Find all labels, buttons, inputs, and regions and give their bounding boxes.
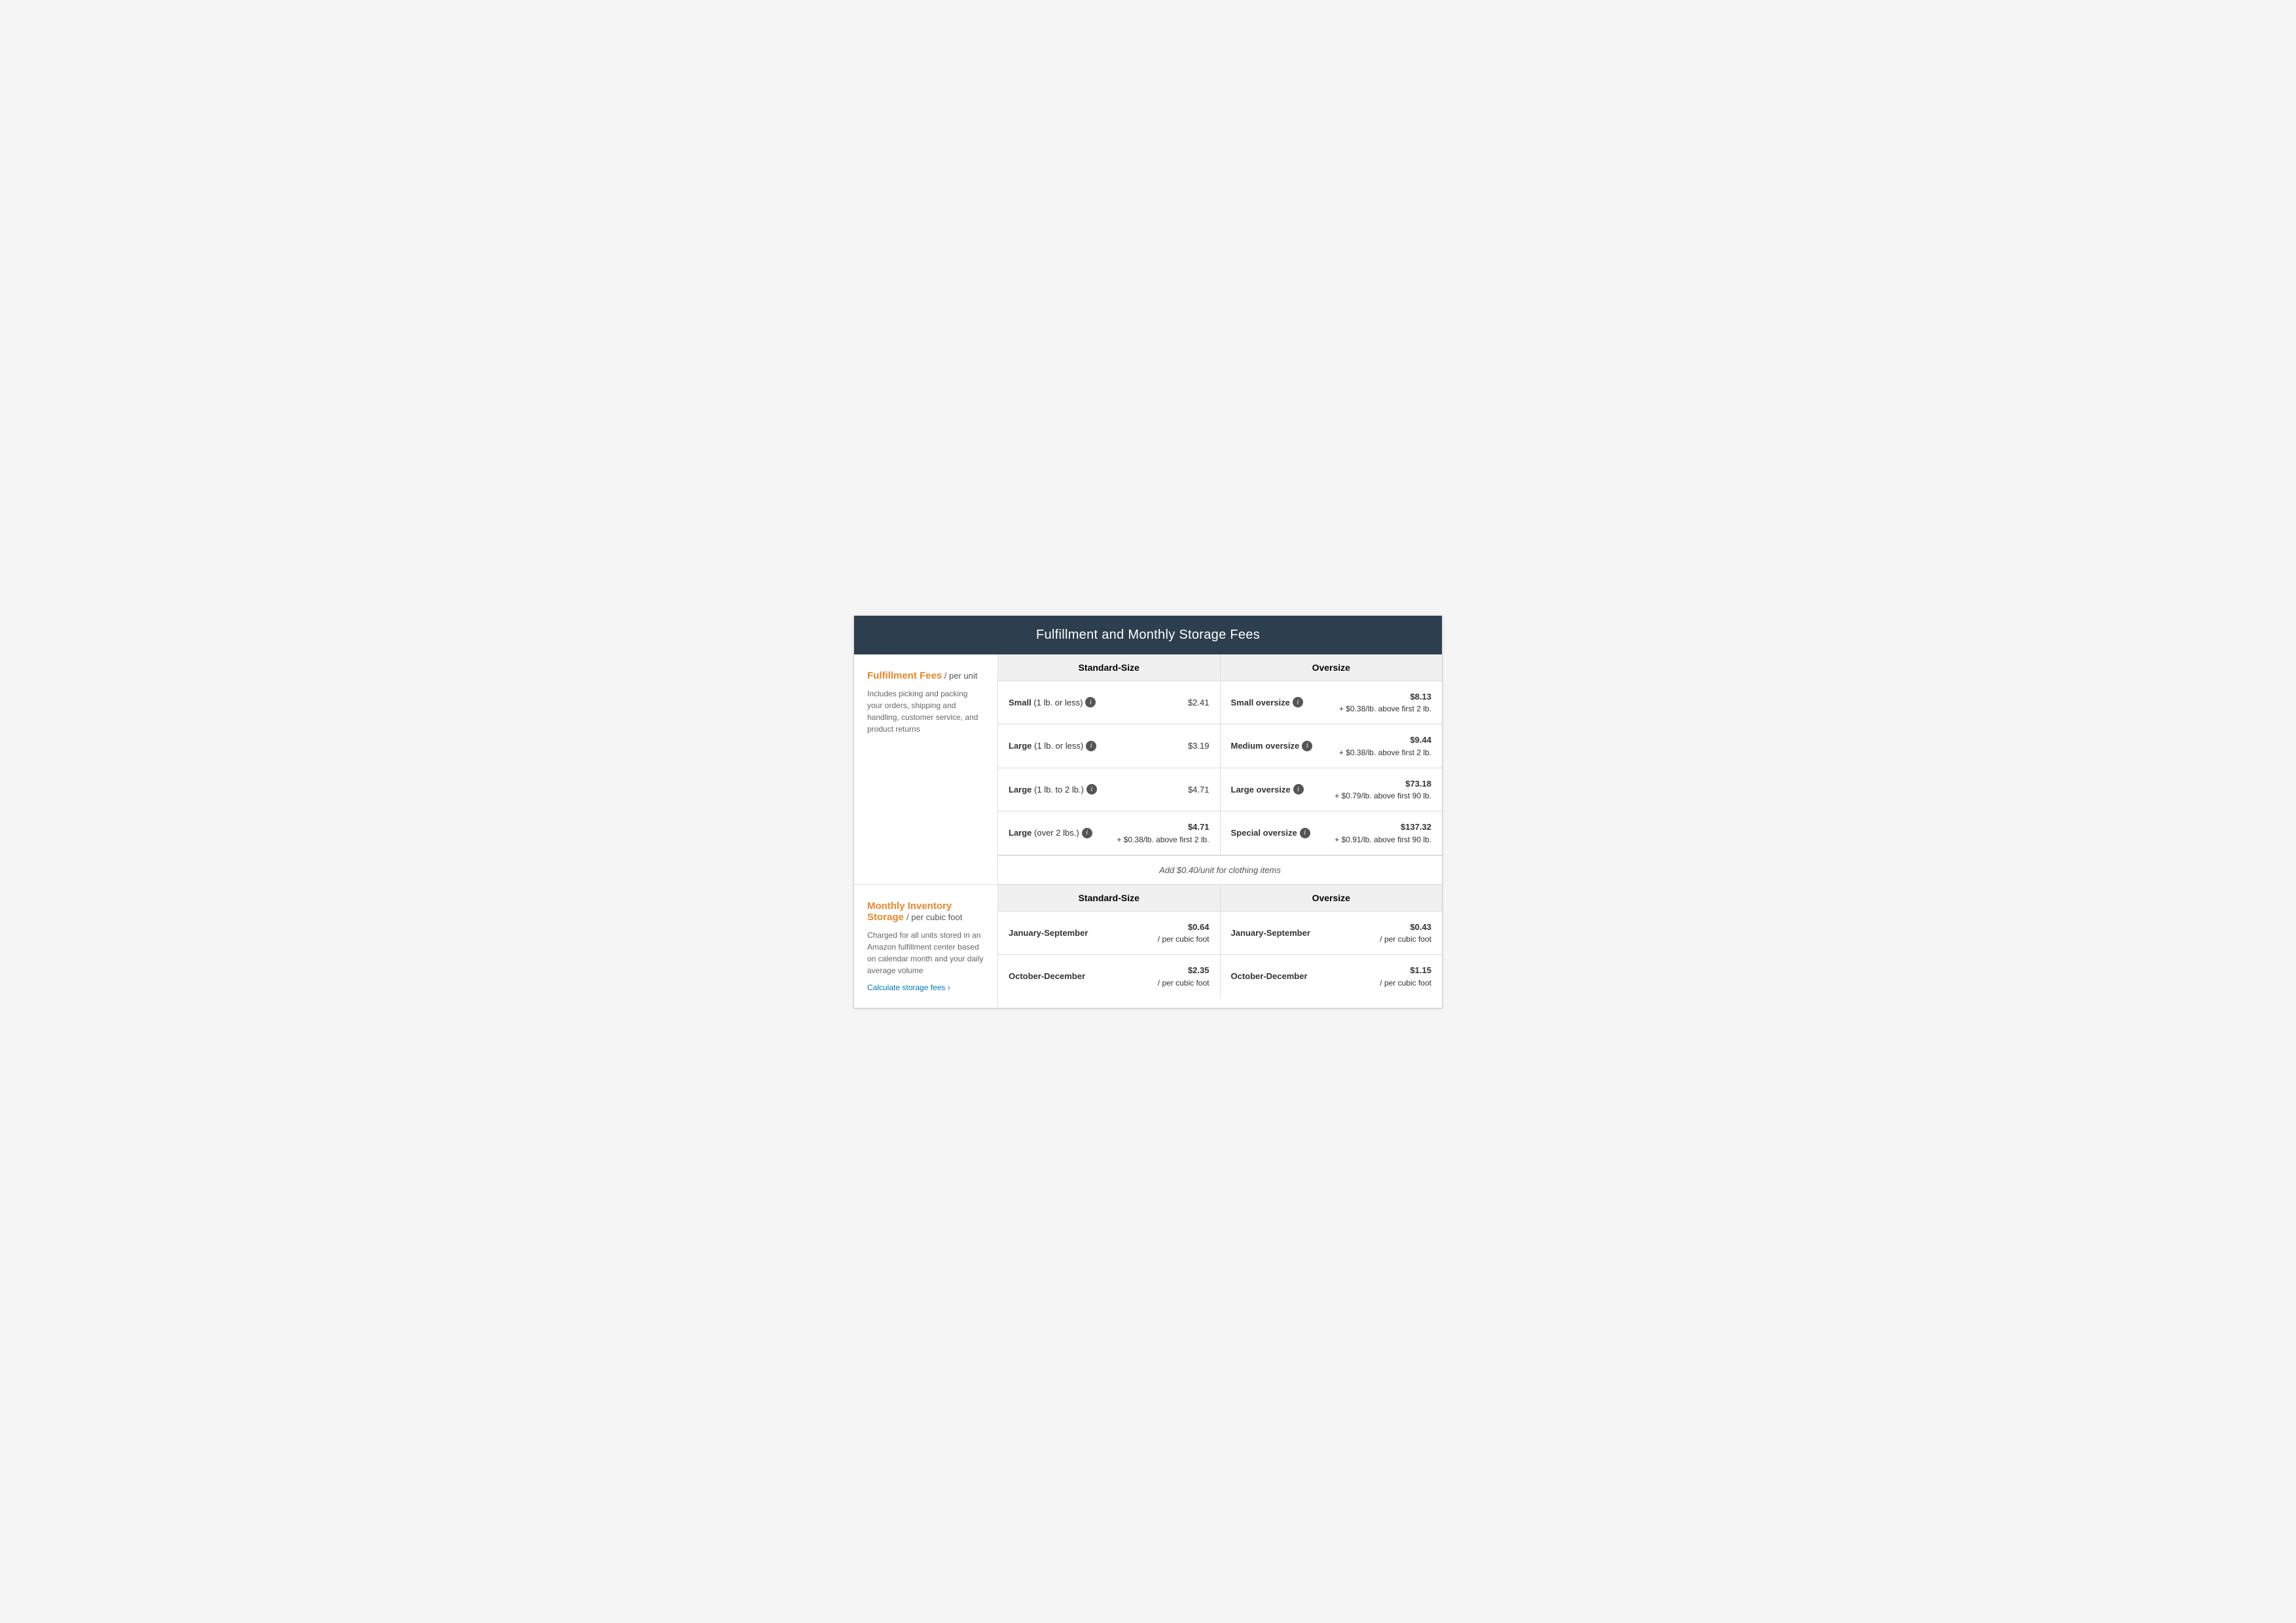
storage-os-jan-sep-price: $0.43 / per cubic foot: [1380, 921, 1431, 946]
storage-title-suffix: / per cubic foot: [906, 912, 962, 922]
storage-std-oct-dec: October-December $2.35 / per cubic foot: [998, 955, 1221, 998]
os-small-price: $8.13 + $0.38/lb. above first 2 lb.: [1339, 690, 1431, 715]
std-small-label-group: Small (1 lb. or less) i: [1009, 697, 1096, 707]
storage-row-1: January-September $0.64 / per cubic foot…: [998, 912, 1442, 955]
os-large-label-group: Large oversize i: [1231, 784, 1304, 794]
storage-row-2: October-December $2.35 / per cubic foot …: [998, 955, 1442, 998]
main-title: Fulfillment and Monthly Storage Fees: [1036, 628, 1260, 642]
fulfillment-label: Fulfillment Fees / per unit Includes pic…: [854, 654, 998, 884]
os-large-info-icon[interactable]: i: [1293, 784, 1304, 794]
std-large-1lb-label: Large (1 lb. or less): [1009, 741, 1083, 751]
os-special-price: $137.32 + $0.91/lb. above first 90 lb.: [1335, 821, 1431, 846]
fulfillment-section: Fulfillment Fees / per unit Includes pic…: [854, 654, 1442, 885]
std-small-price: $2.41: [1188, 696, 1210, 709]
storage-oversize-header: Oversize: [1221, 885, 1443, 911]
fulfillment-std-large-1lb: Large (1 lb. or less) i $3.19: [998, 724, 1221, 768]
storage-std-oct-dec-price: $2.35 / per cubic foot: [1158, 964, 1210, 989]
std-size-header: Standard-Size: [998, 654, 1221, 681]
storage-title: Monthly Inventory Storage / per cubic fo…: [867, 901, 984, 923]
fulfillment-os-special: Special oversize i $137.32 + $0.91/lb. a…: [1221, 812, 1443, 855]
os-large-label: Large oversize: [1231, 785, 1291, 794]
storage-std-size-header: Standard-Size: [998, 885, 1221, 911]
fulfillment-std-large-2lb: Large (1 lb. to 2 lb.) i $4.71: [998, 768, 1221, 812]
std-large-over2-label-group: Large (over 2 lbs.) i: [1009, 828, 1092, 838]
fulfillment-desc: Includes picking and packing your orders…: [867, 688, 984, 735]
storage-section: Monthly Inventory Storage / per cubic fo…: [854, 885, 1442, 1008]
fulfillment-title-suffix: / per unit: [942, 671, 977, 681]
oversize-header: Oversize: [1221, 654, 1443, 681]
std-large-over2-label: Large (over 2 lbs.): [1009, 828, 1079, 838]
std-large-1lb-info-icon[interactable]: i: [1086, 741, 1096, 751]
storage-data: Standard-Size Oversize January-September…: [998, 885, 1442, 1008]
fulfillment-os-medium: Medium oversize i $9.44 + $0.38/lb. abov…: [1221, 724, 1443, 768]
storage-std-jan-sep-label: January-September: [1009, 928, 1088, 938]
fulfillment-subheader-row: Standard-Size Oversize: [998, 654, 1442, 681]
storage-std-oct-dec-label: October-December: [1009, 971, 1085, 981]
std-large-over2-info-icon[interactable]: i: [1082, 828, 1092, 838]
os-medium-label-group: Medium oversize i: [1231, 741, 1313, 751]
os-large-price: $73.18 + $0.79/lb. above first 90 lb.: [1335, 777, 1431, 802]
storage-std-jan-sep: January-September $0.64 / per cubic foot: [998, 912, 1221, 955]
std-large-2lb-info-icon[interactable]: i: [1086, 784, 1097, 794]
std-large-1lb-label-group: Large (1 lb. or less) i: [1009, 741, 1096, 751]
main-table: Fulfillment and Monthly Storage Fees Ful…: [853, 615, 1443, 1008]
std-large-2lb-price: $4.71: [1188, 783, 1210, 796]
fulfillment-std-small: Small (1 lb. or less) i $2.41: [998, 681, 1221, 724]
os-special-info-icon[interactable]: i: [1300, 828, 1310, 838]
fulfillment-row-4: Large (over 2 lbs.) i $4.71 + $0.38/lb. …: [998, 812, 1442, 855]
os-small-info-icon[interactable]: i: [1293, 697, 1303, 707]
clothing-note: Add $0.40/unit for clothing items: [998, 855, 1442, 884]
fulfillment-row-1: Small (1 lb. or less) i $2.41 Small over…: [998, 681, 1442, 725]
main-header: Fulfillment and Monthly Storage Fees: [854, 616, 1442, 654]
std-large-2lb-label-group: Large (1 lb. to 2 lb.) i: [1009, 784, 1097, 794]
storage-os-oct-dec: October-December $1.15 / per cubic foot: [1221, 955, 1443, 998]
storage-label: Monthly Inventory Storage / per cubic fo…: [854, 885, 998, 1008]
fulfillment-os-small: Small oversize i $8.13 + $0.38/lb. above…: [1221, 681, 1443, 724]
fulfillment-os-large: Large oversize i $73.18 + $0.79/lb. abov…: [1221, 768, 1443, 812]
storage-os-oct-dec-price: $1.15 / per cubic foot: [1380, 964, 1431, 989]
os-medium-label: Medium oversize: [1231, 741, 1300, 751]
std-large-1lb-price: $3.19: [1188, 740, 1210, 753]
storage-os-jan-sep-label: January-September: [1231, 928, 1310, 938]
storage-os-oct-dec-label: October-December: [1231, 971, 1308, 981]
std-small-label: Small (1 lb. or less): [1009, 698, 1083, 707]
os-small-label-group: Small oversize i: [1231, 697, 1303, 707]
fulfillment-title-orange: Fulfillment Fees: [867, 670, 942, 681]
storage-subheader-row: Standard-Size Oversize: [998, 885, 1442, 912]
os-special-label: Special oversize: [1231, 828, 1297, 838]
fulfillment-data: Standard-Size Oversize Small (1 lb. or l…: [998, 654, 1442, 884]
fulfillment-std-large-over2: Large (over 2 lbs.) i $4.71 + $0.38/lb. …: [998, 812, 1221, 855]
calculate-storage-link[interactable]: Calculate storage fees ›: [867, 983, 984, 992]
os-small-label: Small oversize: [1231, 698, 1290, 707]
os-special-label-group: Special oversize i: [1231, 828, 1310, 838]
storage-desc: Charged for all units stored in an Amazo…: [867, 929, 984, 976]
os-medium-info-icon[interactable]: i: [1302, 741, 1312, 751]
fulfillment-title: Fulfillment Fees / per unit: [867, 670, 984, 681]
std-large-2lb-label: Large (1 lb. to 2 lb.): [1009, 785, 1084, 794]
os-medium-price: $9.44 + $0.38/lb. above first 2 lb.: [1339, 734, 1431, 758]
fulfillment-row-3: Large (1 lb. to 2 lb.) i $4.71 Large ove…: [998, 768, 1442, 812]
fulfillment-row-2: Large (1 lb. or less) i $3.19 Medium ove…: [998, 724, 1442, 768]
std-small-info-icon[interactable]: i: [1085, 697, 1096, 707]
storage-std-jan-sep-price: $0.64 / per cubic foot: [1158, 921, 1210, 946]
std-large-over2-price: $4.71 + $0.38/lb. above first 2 lb.: [1117, 821, 1209, 846]
storage-os-jan-sep: January-September $0.43 / per cubic foot: [1221, 912, 1443, 955]
